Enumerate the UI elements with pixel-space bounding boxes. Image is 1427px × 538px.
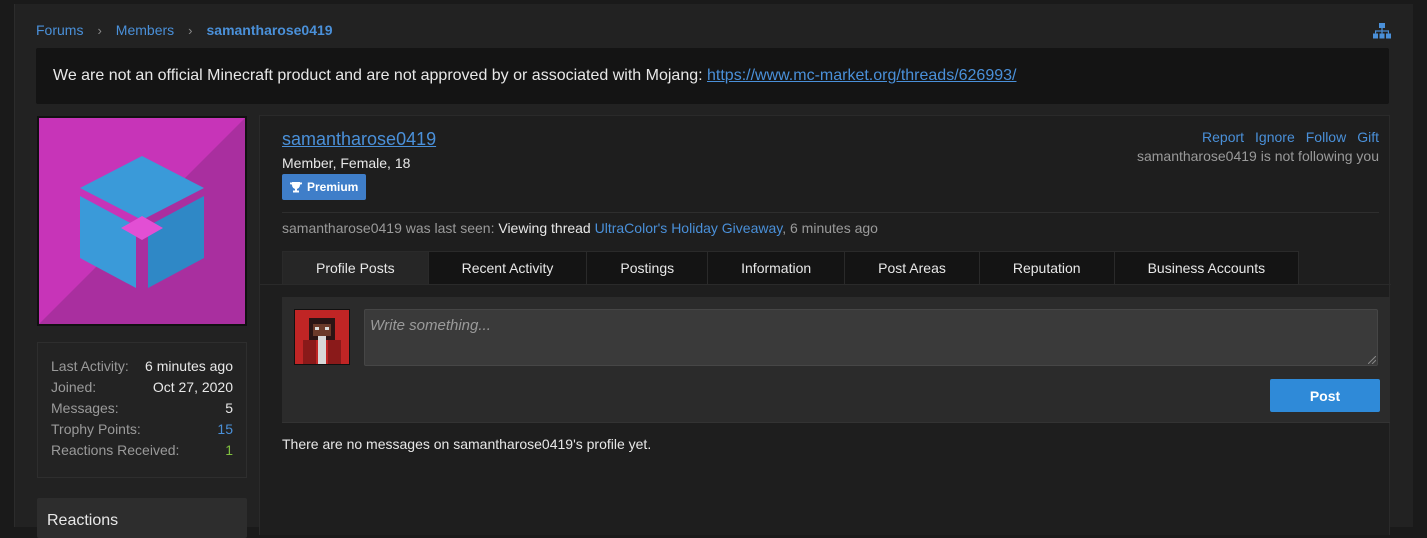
breadcrumb-current[interactable]: samantharose0419: [207, 22, 333, 38]
avatar-logo-icon: [39, 118, 245, 324]
last-seen: samantharose0419 was last seen: Viewing …: [282, 220, 878, 236]
notice-text: We are not an official Minecraft product…: [53, 67, 707, 84]
profile-actions: Report Ignore Follow Gift: [1202, 129, 1379, 145]
breadcrumb: Forums › Members › samantharose0419: [36, 22, 333, 38]
tab-reputation[interactable]: Reputation: [979, 251, 1115, 285]
notice-banner: We are not an official Minecraft product…: [36, 48, 1389, 104]
gift-link[interactable]: Gift: [1357, 129, 1379, 145]
stat-reactions-received: Reactions Received: 1: [51, 442, 233, 458]
sitemap-icon[interactable]: [1373, 23, 1391, 39]
tab-profile-posts[interactable]: Profile Posts: [282, 251, 429, 285]
post-button[interactable]: Post: [1270, 379, 1380, 412]
breadcrumb-members[interactable]: Members: [116, 22, 174, 38]
profile-avatar[interactable]: [37, 116, 247, 326]
stat-joined: Joined: Oct 27, 2020: [51, 379, 233, 395]
empty-profile-message: There are no messages on samantharose041…: [282, 436, 652, 452]
tab-information[interactable]: Information: [708, 251, 846, 285]
chevron-right-icon: ›: [97, 22, 102, 38]
viewer-avatar[interactable]: [294, 309, 350, 365]
divider: [282, 212, 1379, 213]
profile-user-title: Member, Female, 18: [282, 155, 411, 171]
member-stats: Last Activity: 6 minutes ago Joined: Oct…: [37, 342, 247, 478]
page: Forums › Members › samantharose0419 We a…: [14, 4, 1413, 538]
ignore-link[interactable]: Ignore: [1255, 129, 1295, 145]
profile-main: samantharose0419 Member, Female, 18 Prem…: [259, 115, 1391, 535]
tab-postings[interactable]: Postings: [587, 251, 709, 285]
follow-link[interactable]: Follow: [1306, 129, 1346, 145]
premium-badge-label: Premium: [307, 180, 359, 194]
last-seen-thread-link[interactable]: UltraColor's Holiday Giveaway: [595, 220, 783, 236]
stat-trophy-points: Trophy Points: 15: [51, 421, 233, 437]
tab-underline: [260, 284, 1391, 285]
reactions-heading: Reactions: [37, 498, 247, 538]
premium-badge: Premium: [282, 174, 367, 200]
trophy-icon: [290, 182, 302, 193]
breadcrumb-forums[interactable]: Forums: [36, 22, 83, 38]
profile-username[interactable]: samantharose0419: [282, 129, 436, 150]
notice-link[interactable]: https://www.mc-market.org/threads/626993…: [707, 67, 1016, 84]
viewer-avatar-image: [295, 310, 349, 364]
profile-post-input[interactable]: [364, 309, 1378, 366]
chevron-right-icon: ›: [188, 22, 193, 38]
stat-messages: Messages: 5: [51, 400, 233, 416]
tab-business-accounts[interactable]: Business Accounts: [1114, 251, 1300, 285]
stat-last-activity: Last Activity: 6 minutes ago: [51, 358, 233, 374]
tab-post-areas[interactable]: Post Areas: [845, 251, 980, 285]
tab-recent-activity[interactable]: Recent Activity: [428, 251, 588, 285]
report-link[interactable]: Report: [1202, 129, 1244, 145]
follow-status: samantharose0419 is not following you: [1136, 148, 1379, 164]
profile-tabs: Profile Posts Recent Activity Postings I…: [282, 251, 1300, 285]
resize-grip-icon[interactable]: [1368, 356, 1376, 364]
profile-post-composer: Post: [282, 297, 1390, 423]
